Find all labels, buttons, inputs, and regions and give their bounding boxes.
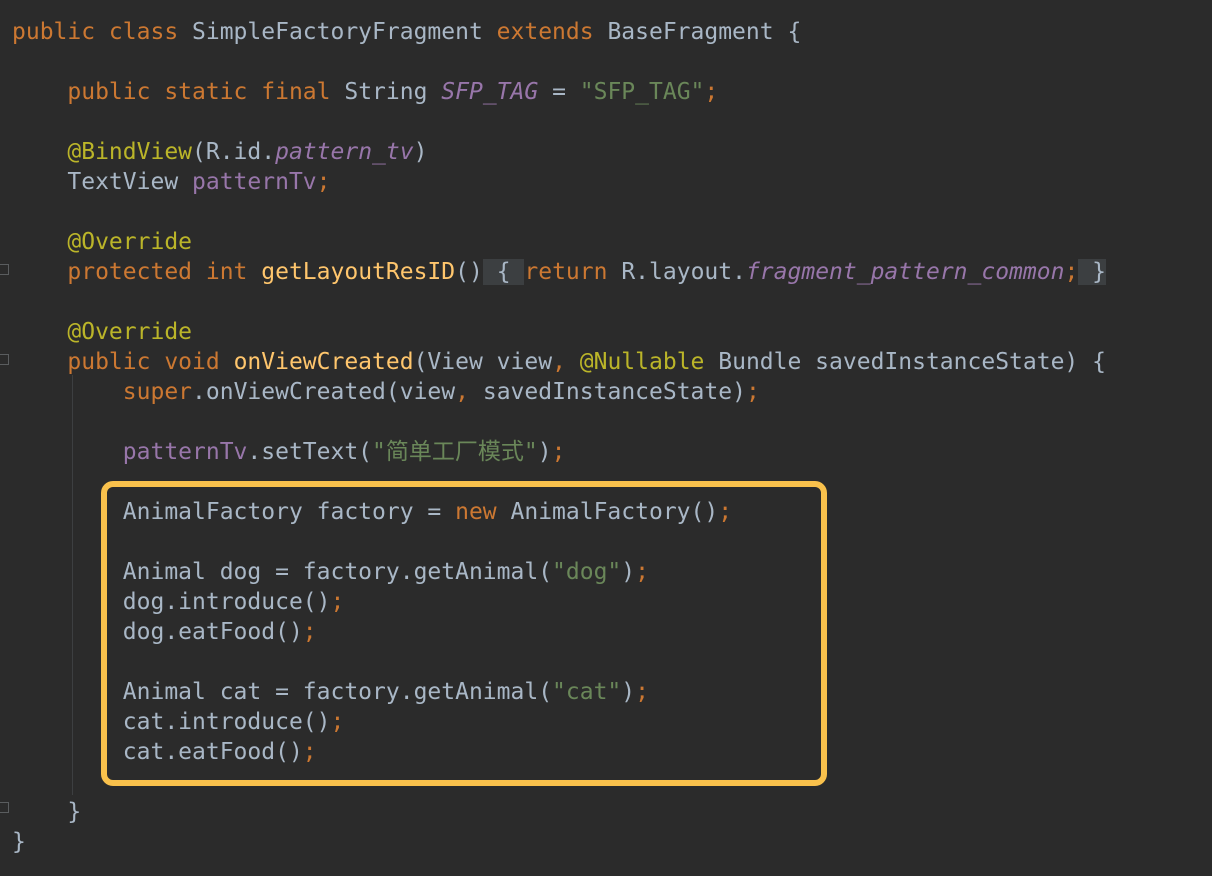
fold-marker-icon[interactable] [0,802,9,813]
code-line[interactable]: @Override [12,317,1106,347]
code-token: onViewCreated [233,349,414,375]
code-token: String [344,79,442,105]
code-token: = [538,79,580,105]
code-token: extends [496,19,608,45]
code-token: TextView [12,169,193,195]
code-token: @BindView [67,139,193,165]
code-token: @Nullable [579,349,719,375]
code-line[interactable]: super.onViewCreated(view, savedInstanceS… [12,377,1106,407]
code-token: ; [745,379,760,405]
code-token: "简单工厂模式" [372,439,538,465]
code-token: SimpleFactoryFragment [192,19,497,45]
code-line[interactable] [12,287,1106,317]
code-line[interactable] [12,107,1106,137]
code-line[interactable]: } [12,827,1106,857]
code-token: @Override [67,319,193,345]
code-token: ; [704,79,719,105]
code-line[interactable]: @BindView(R.id.pattern_tv) [12,137,1106,167]
code-token: BaseFragment { [607,19,802,45]
code-token: } [12,799,82,825]
code-token: ; [551,439,566,465]
code-line[interactable]: } [12,797,1106,827]
code-token: protected int [67,259,262,285]
fold-marker-icon[interactable] [0,354,9,365]
code-token: .onViewCreated(view [192,379,456,405]
code-token: Bundle savedInstanceState) { [718,349,1106,375]
fold-marker-icon[interactable] [0,264,9,275]
code-token: { [482,259,525,285]
code-token: , [552,349,580,375]
code-token: "SFP_TAG" [579,79,705,105]
code-line[interactable]: public class SimpleFactoryFragment exten… [12,17,1106,47]
code-line[interactable]: public static final String SFP_TAG = "SF… [12,77,1106,107]
code-token: SFP_TAG [441,79,539,105]
code-token: fragment_pattern_common [745,259,1065,285]
code-token: pattern_tv [275,139,414,165]
code-line[interactable] [12,197,1106,227]
code-token: () [455,259,483,285]
code-token: , [455,379,483,405]
code-token: patternTv [122,439,248,465]
code-token: (R.id. [192,139,276,165]
code-token: .setText( [247,439,373,465]
code-token: ) [537,439,552,465]
code-token: } [12,829,26,855]
code-token: public static final [67,79,345,105]
code-token: public void [67,349,234,375]
code-line[interactable]: patternTv.setText("简单工厂模式"); [12,437,1106,467]
code-token: R.layout. [621,259,746,285]
code-token: ) [413,139,428,165]
code-token: @Override [67,229,193,255]
highlight-box [101,481,827,786]
code-line[interactable]: @Override [12,227,1106,257]
code-token: patternTv [192,169,317,195]
code-token: (View view [413,349,553,375]
code-line[interactable] [12,47,1106,77]
code-line[interactable]: TextView patternTv; [12,167,1106,197]
code-token: return [524,259,622,285]
code-token: } [1078,259,1107,285]
code-line[interactable]: public void onViewCreated(View view, @Nu… [12,347,1106,377]
code-line[interactable]: protected int getLayoutResID() { return … [12,257,1107,287]
code-token: super [122,379,193,405]
code-token: savedInstanceState) [482,379,746,405]
code-token: getLayoutResID [261,259,456,285]
code-token: ; [1064,259,1079,285]
code-editor[interactable]: public class SimpleFactoryFragment exten… [0,0,1212,876]
code-line[interactable] [12,407,1106,437]
code-token: ; [316,169,331,195]
code-token: public class [12,19,193,45]
